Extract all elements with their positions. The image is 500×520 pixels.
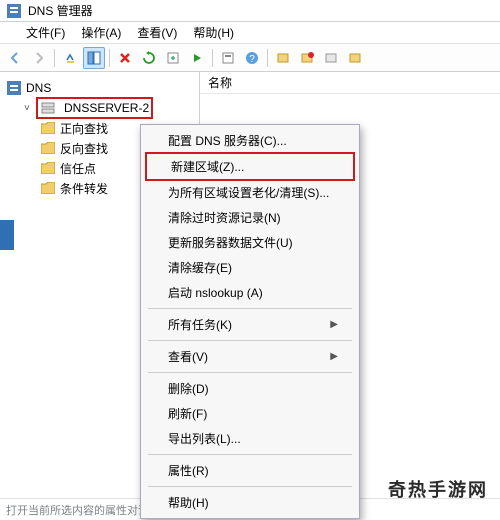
ctx-separator bbox=[148, 454, 352, 455]
menu-help[interactable]: 帮助(H) bbox=[185, 22, 242, 43]
toolbar-separator bbox=[54, 49, 55, 67]
tree-server[interactable]: ˅ DNSSERVER-2 bbox=[0, 98, 199, 118]
ctx-label: 更新服务器数据文件(U) bbox=[168, 234, 293, 251]
title-bar: DNS 管理器 bbox=[0, 0, 500, 22]
right-pane-body bbox=[200, 94, 500, 102]
back-button[interactable] bbox=[4, 47, 26, 69]
chevron-right-icon: ▶ bbox=[330, 319, 338, 330]
ctx-label: 刷新(F) bbox=[168, 405, 207, 422]
svg-text:?: ? bbox=[249, 54, 255, 65]
folder-icon bbox=[40, 160, 56, 176]
ctx-label: 清除缓存(E) bbox=[168, 259, 232, 276]
ctx-separator bbox=[148, 308, 352, 309]
tree-root-dns[interactable]: DNS bbox=[0, 78, 199, 98]
ctx-help[interactable]: 帮助(H) bbox=[144, 490, 356, 515]
ctx-separator bbox=[148, 486, 352, 487]
help-button[interactable]: ? bbox=[241, 47, 263, 69]
sidebar-stripe bbox=[0, 220, 14, 250]
info-button-1[interactable] bbox=[272, 47, 294, 69]
ctx-new-zone[interactable]: 新建区域(Z)... bbox=[147, 154, 353, 179]
ctx-delete[interactable]: 删除(D) bbox=[144, 376, 356, 401]
ctx-label: 删除(D) bbox=[168, 380, 209, 397]
menu-view[interactable]: 查看(V) bbox=[129, 22, 185, 43]
info-button-3[interactable] bbox=[320, 47, 342, 69]
column-header-label: 名称 bbox=[208, 74, 232, 91]
ctx-label: 新建区域(Z)... bbox=[171, 158, 244, 175]
ctx-label: 清除过时资源记录(N) bbox=[168, 209, 281, 226]
tree-child-label: 正向查找 bbox=[60, 120, 108, 137]
column-header-name[interactable]: 名称 bbox=[200, 72, 500, 94]
menu-file[interactable]: 文件(F) bbox=[18, 22, 73, 43]
export-button[interactable] bbox=[162, 47, 184, 69]
watermark-text: 奇热手游网 bbox=[388, 476, 488, 502]
start-button[interactable] bbox=[186, 47, 208, 69]
ctx-label: 为所有区域设置老化/清理(S)... bbox=[168, 184, 329, 201]
toolbar-separator bbox=[212, 49, 213, 67]
toolbar-separator bbox=[109, 49, 110, 67]
ctx-export[interactable]: 导出列表(L)... bbox=[144, 426, 356, 451]
ctx-update-data[interactable]: 更新服务器数据文件(U) bbox=[144, 230, 356, 255]
chevron-down-icon: ˅ bbox=[24, 103, 36, 114]
ctx-label: 所有任务(K) bbox=[168, 316, 232, 333]
dns-root-icon bbox=[6, 80, 22, 96]
panes-button[interactable] bbox=[83, 47, 105, 69]
toolbar-separator bbox=[267, 49, 268, 67]
tree-root-label: DNS bbox=[26, 81, 51, 95]
ctx-label: 导出列表(L)... bbox=[168, 430, 241, 447]
chevron-right-icon: ▶ bbox=[330, 351, 338, 362]
dns-app-icon bbox=[6, 3, 22, 19]
ctx-configure-dns[interactable]: 配置 DNS 服务器(C)... bbox=[144, 128, 356, 153]
folder-icon bbox=[40, 180, 56, 196]
up-button[interactable] bbox=[59, 47, 81, 69]
refresh-button[interactable] bbox=[138, 47, 160, 69]
ctx-view[interactable]: 查看(V) ▶ bbox=[144, 344, 356, 369]
tree-child-label: 反向查找 bbox=[60, 140, 108, 157]
forward-button[interactable] bbox=[28, 47, 50, 69]
props-button[interactable] bbox=[217, 47, 239, 69]
ctx-separator bbox=[148, 340, 352, 341]
toolbar: ? bbox=[0, 44, 500, 72]
info-button-2[interactable] bbox=[296, 47, 318, 69]
ctx-props[interactable]: 属性(R) bbox=[144, 458, 356, 483]
info-button-4[interactable] bbox=[344, 47, 366, 69]
folder-icon bbox=[40, 140, 56, 156]
window-title: DNS 管理器 bbox=[28, 2, 93, 19]
ctx-label: 启动 nslookup (A) bbox=[168, 284, 263, 301]
ctx-clear-cache[interactable]: 清除缓存(E) bbox=[144, 255, 356, 280]
ctx-label: 查看(V) bbox=[168, 348, 208, 365]
ctx-all-tasks[interactable]: 所有任务(K) ▶ bbox=[144, 312, 356, 337]
context-menu: 配置 DNS 服务器(C)... 新建区域(Z)... 为所有区域设置老化/清理… bbox=[140, 124, 360, 519]
ctx-nslookup[interactable]: 启动 nslookup (A) bbox=[144, 280, 356, 305]
menu-action[interactable]: 操作(A) bbox=[73, 22, 129, 43]
tree-server-label: DNSSERVER-2 bbox=[64, 101, 149, 115]
ctx-scavenge[interactable]: 清除过时资源记录(N) bbox=[144, 205, 356, 230]
ctx-label: 属性(R) bbox=[168, 462, 209, 479]
ctx-label: 帮助(H) bbox=[168, 494, 209, 511]
server-icon bbox=[40, 100, 56, 116]
tree-child-label: 条件转发 bbox=[60, 180, 108, 197]
tree-child-label: 信任点 bbox=[60, 160, 96, 177]
ctx-refresh[interactable]: 刷新(F) bbox=[144, 401, 356, 426]
ctx-separator bbox=[148, 372, 352, 373]
menu-bar: 文件(F) 操作(A) 查看(V) 帮助(H) bbox=[0, 22, 500, 44]
ctx-label: 配置 DNS 服务器(C)... bbox=[168, 132, 287, 149]
ctx-aging[interactable]: 为所有区域设置老化/清理(S)... bbox=[144, 180, 356, 205]
folder-icon bbox=[40, 120, 56, 136]
delete-button[interactable] bbox=[114, 47, 136, 69]
